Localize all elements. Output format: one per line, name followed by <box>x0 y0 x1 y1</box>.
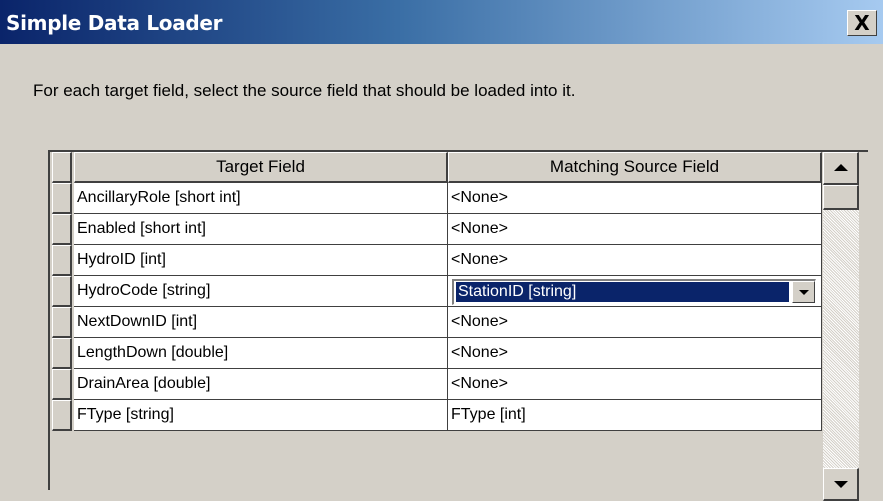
title-bar: Simple Data Loader X <box>0 0 883 44</box>
source-field-cell[interactable]: <None> <box>448 245 822 276</box>
scroll-down-button[interactable] <box>823 468 859 501</box>
header-row: Target Field Matching Source Field <box>52 152 822 183</box>
table-row: DrainArea [double] <None> <box>52 369 822 400</box>
source-field-cell[interactable]: <None> <box>448 369 822 400</box>
column-header-matching-source-field[interactable]: Matching Source Field <box>448 152 822 183</box>
table-row: NextDownID [int] <None> <box>52 307 822 338</box>
row-selector[interactable] <box>52 369 72 400</box>
target-field-cell[interactable]: FType [string] <box>74 400 448 431</box>
table-row: HydroID [int] <None> <box>52 245 822 276</box>
source-field-cell[interactable]: <None> <box>448 183 822 214</box>
column-header-target-field[interactable]: Target Field <box>74 152 448 183</box>
scroll-up-button[interactable] <box>823 152 859 185</box>
source-field-cell[interactable]: <None> <box>448 214 822 245</box>
dropdown-selected-value: StationID [string] <box>456 282 789 302</box>
row-selector[interactable] <box>52 183 72 214</box>
window-title: Simple Data Loader <box>6 11 223 35</box>
source-field-cell[interactable]: <None> <box>448 338 822 369</box>
source-field-cell[interactable]: FType [int] <box>448 400 822 431</box>
target-field-cell[interactable]: HydroCode [string] <box>74 276 448 307</box>
row-selector[interactable] <box>52 276 72 307</box>
target-field-cell[interactable]: Enabled [short int] <box>74 214 448 245</box>
target-field-cell[interactable]: AncillaryRole [short int] <box>74 183 448 214</box>
row-selector[interactable] <box>52 245 72 276</box>
source-field-dropdown[interactable]: StationID [string] <box>452 279 816 305</box>
dropdown-button[interactable] <box>792 281 815 303</box>
source-field-cell[interactable]: <None> <box>448 307 822 338</box>
target-field-cell[interactable]: NextDownID [int] <box>74 307 448 338</box>
instruction-text: For each target field, select the source… <box>33 81 576 100</box>
target-field-cell[interactable]: HydroID [int] <box>74 245 448 276</box>
table-row: HydroCode [string] StationID [string] <box>52 276 822 307</box>
row-selector[interactable] <box>52 400 72 431</box>
close-icon: X <box>854 11 870 35</box>
table-row: AncillaryRole [short int] <None> <box>52 183 822 214</box>
table-row: FType [string] FType [int] <box>52 400 822 431</box>
header-row-selector[interactable] <box>52 152 72 183</box>
target-field-cell[interactable]: LengthDown [double] <box>74 338 448 369</box>
scroll-up-arrow-icon <box>833 164 848 171</box>
scroll-down-arrow-icon <box>833 481 848 488</box>
row-selector[interactable] <box>52 307 72 338</box>
row-selector[interactable] <box>52 214 72 245</box>
target-field-cell[interactable]: DrainArea [double] <box>74 369 448 400</box>
field-mapping-grid: Target Field Matching Source Field Ancil… <box>52 152 822 488</box>
table-row: LengthDown [double] <None> <box>52 338 822 369</box>
close-button[interactable]: X <box>847 10 877 36</box>
vertical-scrollbar[interactable] <box>823 152 859 501</box>
row-selector[interactable] <box>52 338 72 369</box>
chevron-down-icon <box>798 290 809 295</box>
scrollbar-thumb[interactable] <box>823 185 859 210</box>
table-row: Enabled [short int] <None> <box>52 214 822 245</box>
